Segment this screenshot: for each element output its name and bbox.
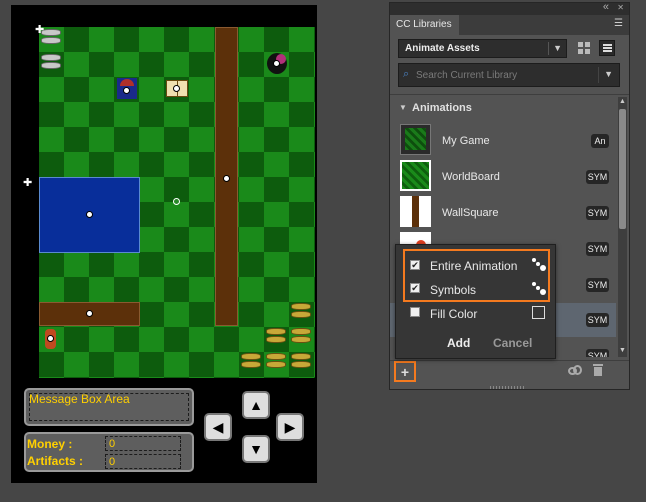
search-input[interactable]: Search Current Library xyxy=(416,70,517,81)
stats-panel: Money : 0 Artifacts : 0 xyxy=(24,432,194,472)
item-type-badge: SYM xyxy=(586,242,609,256)
highlight-box xyxy=(403,249,550,302)
add-button[interactable]: Add xyxy=(447,336,470,350)
cancel-button[interactable]: Cancel xyxy=(493,336,532,350)
dots-icon xyxy=(532,282,546,296)
section-collapse-icon[interactable]: ▼ xyxy=(399,103,407,112)
section-title: Animations xyxy=(412,102,472,114)
resize-grip[interactable] xyxy=(490,386,526,389)
item-type-badge: SYM xyxy=(586,206,609,220)
item-thumbnail xyxy=(400,160,431,191)
fill-color-label: Fill Color xyxy=(430,307,478,321)
arrow-right-button[interactable]: ▶ xyxy=(276,413,304,441)
panel-chrome-bar: « ✕ xyxy=(390,1,629,15)
checkerboard-grid: ✚ xyxy=(35,25,315,378)
scroll-up-icon[interactable]: ▲ xyxy=(619,98,626,105)
money-value: 0 xyxy=(105,436,181,451)
registration-cross-icon: ✚ xyxy=(23,177,33,189)
wall-marker xyxy=(223,175,230,182)
silver-coin-stack-icon xyxy=(41,54,61,76)
chevron-down-icon: ▼ xyxy=(553,43,562,53)
game-stage: ✚ ✚ Message Box Area Money: 0 Artifacts… xyxy=(11,5,317,483)
creative-cloud-icon[interactable] xyxy=(568,365,582,376)
add-content-button[interactable]: + xyxy=(394,361,416,382)
symbols-checkbox[interactable]: ✔ xyxy=(410,283,420,293)
item-name: WorldBoard xyxy=(442,171,500,183)
library-selected-label: Animate Assets xyxy=(405,43,480,54)
item-type-badge: An xyxy=(591,134,609,148)
item-type-badge: SYM xyxy=(586,278,609,292)
arrow-up-button[interactable]: ▲ xyxy=(242,391,270,419)
enemy-character-icon xyxy=(45,329,56,349)
collapse-icon[interactable]: « xyxy=(603,1,609,13)
gold-coin-stack-icon xyxy=(291,328,311,350)
wall-marker-2 xyxy=(86,310,93,317)
center-marker xyxy=(173,198,180,205)
gold-coin-stack-icon xyxy=(266,353,286,375)
search-icon: ⌕ xyxy=(403,68,410,80)
arrow-left-button[interactable]: ◀ xyxy=(204,413,232,441)
entire-animation-label: Entire Animation xyxy=(430,259,518,273)
search-field[interactable]: ⌕ Search Current Library ▼ xyxy=(398,63,620,87)
fill-color-checkbox[interactable] xyxy=(410,307,420,317)
disc-artifact-icon xyxy=(267,53,287,74)
artifacts-label: Artifacts : xyxy=(27,454,84,468)
search-chevron-icon[interactable]: ▼ xyxy=(604,69,613,79)
gold-coin-stack-icon xyxy=(241,353,261,375)
item-type-badge: SYM xyxy=(586,313,609,327)
tab-cc-libraries[interactable]: CC Libraries xyxy=(390,15,459,35)
arrow-right-icon: ▶ xyxy=(284,418,296,435)
item-name: My Game xyxy=(442,135,490,147)
message-box: Message Box Area xyxy=(24,388,194,426)
pool-marker xyxy=(86,211,93,218)
scrollbar-thumb[interactable] xyxy=(619,109,626,229)
arrow-up-icon: ▲ xyxy=(249,397,263,413)
game-board: ✚ ✚ xyxy=(23,15,316,383)
library-dropdown[interactable]: Animate Assets ▼ xyxy=(398,39,567,58)
gold-coin-stack-icon xyxy=(266,328,286,350)
plus-icon: + xyxy=(400,363,410,380)
symbols-label: Symbols xyxy=(430,283,477,297)
money-label: Money : xyxy=(27,437,73,451)
artifacts-value: 0 xyxy=(105,454,181,469)
item-thumbnail xyxy=(400,124,431,155)
item-name: WallSquare xyxy=(442,207,499,219)
entire-animation-checkbox[interactable]: ✔ xyxy=(410,260,420,270)
dots-icon xyxy=(532,258,546,272)
panel-menu-icon[interactable]: ☰ xyxy=(614,18,623,29)
add-content-popup: ✔ Entire Animation ✔ Symbols Fill Color … xyxy=(395,244,556,359)
sparkle-icon: ✚ xyxy=(35,24,45,36)
item-type-badge: SYM xyxy=(586,170,609,184)
item-type-badge: SYM xyxy=(586,349,609,357)
list-item[interactable]: My Game An xyxy=(390,121,616,157)
gold-coin-stack-icon xyxy=(291,353,311,375)
list-view-icon[interactable] xyxy=(599,40,615,56)
arrow-down-button[interactable]: ▼ xyxy=(242,435,270,463)
list-item[interactable]: WallSquare SYM xyxy=(390,193,616,229)
arrow-down-icon: ▼ xyxy=(249,441,263,457)
trash-icon[interactable] xyxy=(593,364,603,376)
gold-coin-stack-icon xyxy=(291,303,311,325)
scroll-down-icon[interactable]: ▼ xyxy=(619,347,626,354)
scrollbar-track[interactable]: ▲ ▼ xyxy=(618,97,627,357)
list-item[interactable]: WorldBoard SYM xyxy=(390,157,616,193)
grid-view-icon[interactable] xyxy=(576,40,592,56)
message-box-label: Message Box Area xyxy=(29,392,130,406)
color-swatch-icon[interactable] xyxy=(532,306,545,319)
item-thumbnail xyxy=(400,196,431,227)
close-icon[interactable]: ✕ xyxy=(617,3,624,12)
player-character-icon xyxy=(117,78,137,99)
book-artifact-icon xyxy=(166,80,188,97)
arrow-left-icon: ◀ xyxy=(212,418,224,435)
